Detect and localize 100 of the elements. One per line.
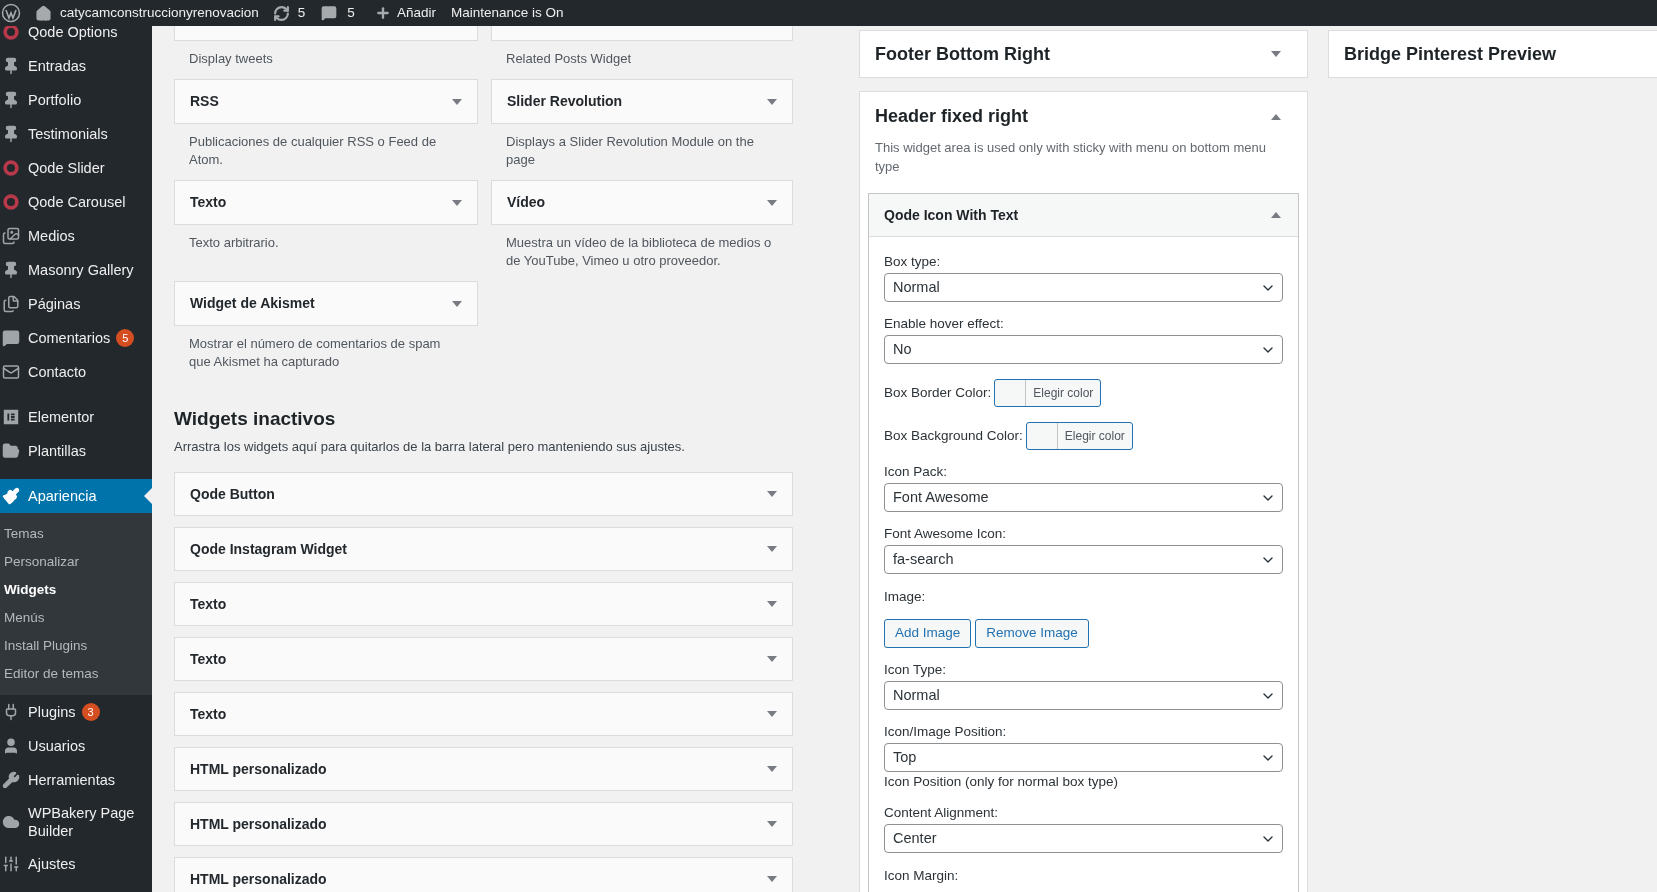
sidebar-item[interactable]: Testimonials [0,117,152,151]
select-field[interactable]: Normal [884,681,1283,710]
user-icon [2,737,20,755]
updates-link[interactable]: 5 [272,2,306,24]
field-label: Image: [884,588,927,606]
sidebar-item[interactable]: Plantillas [0,434,152,468]
sidebar-item[interactable]: Plugins 3 [0,695,152,729]
field-label: Icon Margin: [884,867,960,885]
field-label: Enable hover effect: [884,315,1005,333]
collapse-arrow-icon[interactable] [1271,113,1281,120]
submenu-item[interactable]: Personalizar [0,548,152,576]
widget-description: Related Posts Widget [506,50,632,68]
widget-header[interactable]: Qode Icon With Text [869,194,1298,237]
comments-link[interactable]: 5 [321,2,355,24]
expand-arrow-icon[interactable] [767,98,777,105]
site-link[interactable]: catycamconstruccionyrenovacion [35,2,259,24]
widget-card[interactable]: HTML personalizado [174,802,793,846]
expand-arrow-icon[interactable] [767,656,777,662]
submenu-item[interactable]: Temas [0,520,152,548]
select-field[interactable]: Normal [884,273,1283,302]
wordpress-logo-icon[interactable] [1,3,21,23]
new-link[interactable]: Añadir [374,2,436,24]
field-label: Icon/Image Position: [884,723,1008,741]
pin-icon [2,57,20,75]
pointer-icon [144,488,152,504]
sidebar-item[interactable]: Qode Slider [0,151,152,185]
widget-card[interactable]: Qode Button [174,472,793,516]
widget-card[interactable]: Texto [174,692,793,736]
expand-arrow-icon[interactable] [452,199,462,206]
refresh-icon [272,4,290,22]
sidebar-item[interactable]: Comentarios 5 [0,321,152,355]
expand-arrow-icon[interactable] [767,766,777,772]
expand-arrow-icon[interactable] [767,876,777,882]
sidebar-item[interactable]: Masonry Gallery [0,253,152,287]
sidebar-item[interactable]: Qode Options [0,26,152,49]
wrench-icon [2,771,20,789]
sidebar-item[interactable]: WPBakery Page Builder [0,797,152,847]
sidebar-item[interactable]: Apariencia [0,479,152,513]
widget-card[interactable]: Texto [174,582,793,626]
field-label: Box type: [884,253,942,271]
sidebar-item[interactable]: Qode Carousel [0,185,152,219]
sidebar-item[interactable]: Contacto [0,355,152,389]
expand-arrow-icon[interactable] [767,199,777,206]
submenu-item[interactable]: Menús [0,604,152,632]
widget-card[interactable]: HTML personalizado [174,857,793,892]
comment-icon [321,5,338,21]
submenu-item[interactable]: Install Plugins [0,632,152,660]
widget-card[interactable]: Texto [174,180,478,225]
widget-title: HTML personalizado [190,869,327,889]
section-description: Arrastra los widgets aquí para quitarlos de la barra lateral pero manteniendo sus ajustes. [174,438,686,456]
select-field[interactable]: No [884,335,1283,364]
widget-card[interactable]: Vídeo [491,180,793,225]
expand-arrow-icon[interactable] [767,491,777,497]
widget-card[interactable]: Widget de Akismet [174,281,478,326]
expand-arrow-icon[interactable] [767,821,777,827]
sidebar-item[interactable]: Usuarios [0,729,152,763]
widget-card[interactable]: RSS [174,79,478,124]
expand-arrow-icon[interactable] [767,711,777,717]
sidebar-item[interactable]: Entradas [0,49,152,83]
color-picker-button[interactable]: Elegir color [994,379,1102,407]
widget-area-title: Header fixed right [875,105,1029,128]
expand-arrow-icon[interactable] [452,98,462,105]
expand-arrow-icon[interactable] [452,300,462,307]
sidebar-item[interactable]: Elementor [0,400,152,434]
submenu-item[interactable]: Editor de temas [0,660,152,688]
widget-title: Widget de Akismet [190,294,315,313]
select-field[interactable]: fa-search [884,545,1283,574]
sidebar-item[interactable]: Medios [0,219,152,253]
field-label: Content Alignment: [884,804,1000,822]
qode-icon [2,193,20,211]
select-field[interactable]: Center [884,824,1283,853]
collapse-arrow-icon[interactable] [1271,212,1281,218]
media-icon [2,227,20,245]
field-hint: Icon Position (only for normal box type) [884,773,1120,791]
widget-area-header[interactable]: Footer Bottom Right [860,31,1307,77]
color-picker-button[interactable]: Elegir color [1025,422,1133,450]
widget-card[interactable]: HTML personalizado [174,747,793,791]
maintenance-link[interactable]: Maintenance is On [450,2,564,24]
expand-arrow-icon[interactable] [767,601,777,607]
image-button[interactable]: Add Image [884,619,972,648]
widget-card[interactable]: Qode Instagram Widget [174,527,793,571]
sidebar-item[interactable]: Ajustes [0,847,152,881]
sidebar-item[interactable]: Herramientas [0,763,152,797]
sidebar-item[interactable]: Páginas [0,287,152,321]
submenu-item[interactable]: Widgets [0,576,152,604]
widget-card[interactable]: Texto [174,637,793,681]
select-field[interactable]: Top [884,743,1283,772]
expand-arrow-icon[interactable] [1271,51,1281,57]
pin-icon [2,91,20,109]
mail-icon [2,363,20,381]
field-label: Icon Pack: [884,463,949,481]
sidebar-item[interactable]: Portfolio [0,83,152,117]
select-field[interactable]: Font Awesome [884,483,1283,512]
widget-title: Texto [190,594,227,614]
widget-area-panel[interactable]: Bridge Pinterest Preview [1328,30,1657,78]
widget-area-header[interactable]: Header fixed right [860,92,1307,130]
widget-card[interactable]: Slider Revolution [491,79,793,124]
expand-arrow-icon[interactable] [767,546,777,552]
image-button[interactable]: Remove Image [975,619,1089,648]
widget-description: Texto arbitrario. [189,234,280,252]
